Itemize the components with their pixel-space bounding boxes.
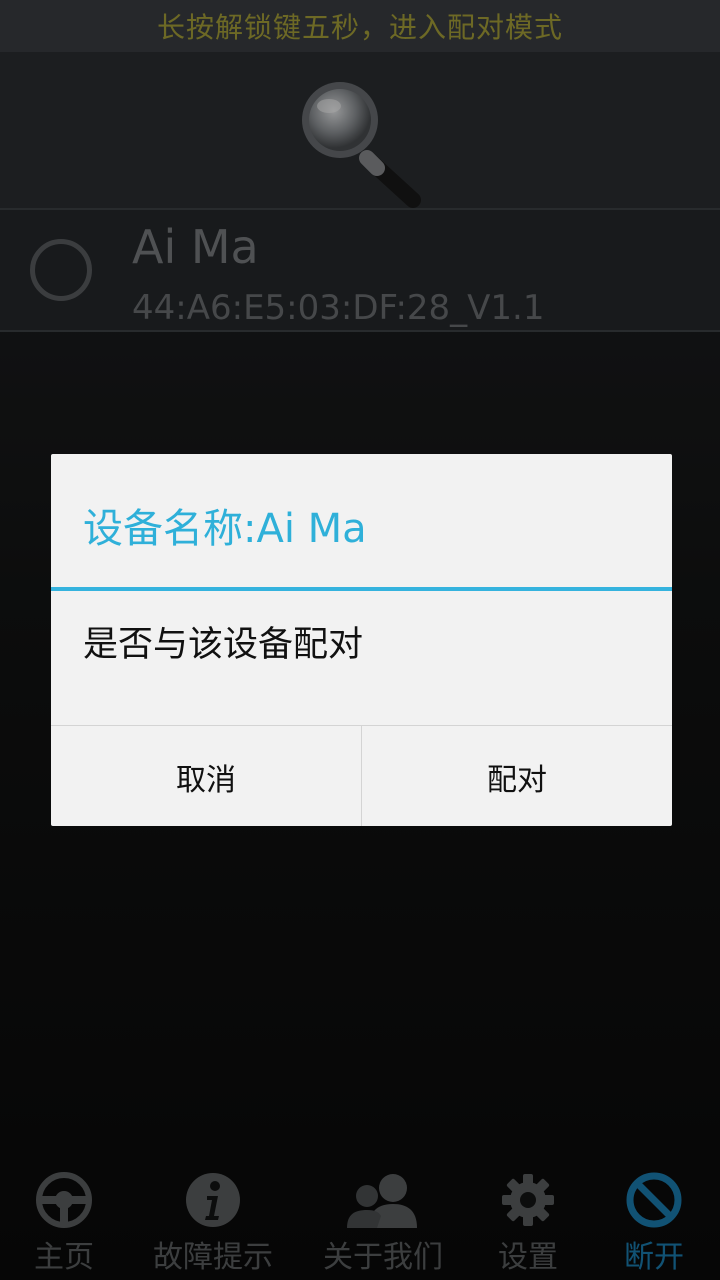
app-screen: 长按解锁键五秒，进入配对模式 Ai Ma 44:A6:E5:03:DF:28_V… <box>0 0 720 1280</box>
pair-button[interactable]: 配对 <box>361 726 672 826</box>
dialog-title-divider <box>51 587 672 591</box>
pairing-dialog: 设备名称:Ai Ma 是否与该设备配对 取消 配对 <box>51 454 672 826</box>
cancel-button[interactable]: 取消 <box>51 726 361 826</box>
dialog-title: 设备名称:Ai Ma <box>83 506 367 552</box>
dialog-button-row: 取消 配对 <box>51 725 672 826</box>
dialog-message: 是否与该设备配对 <box>83 625 364 665</box>
